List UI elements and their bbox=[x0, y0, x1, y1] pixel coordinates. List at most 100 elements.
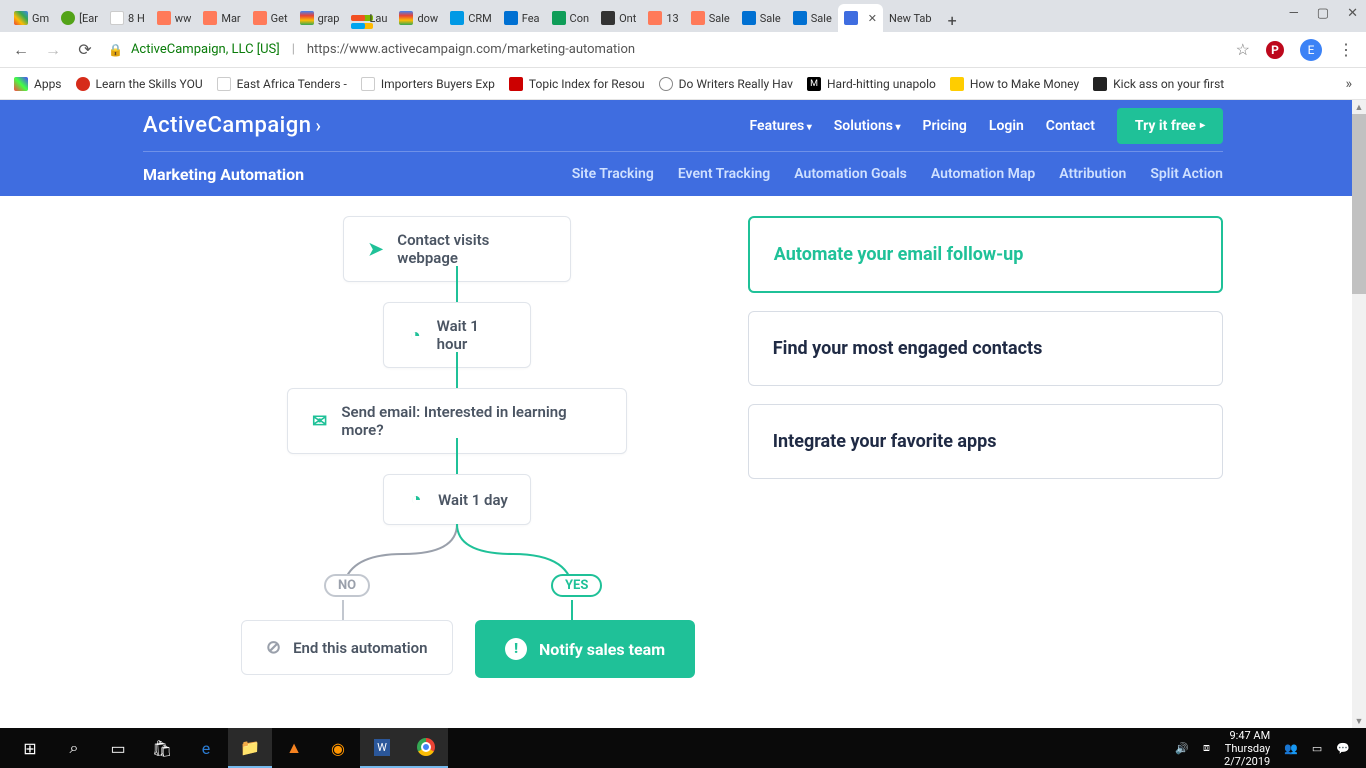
browser-tab[interactable]: Fea bbox=[498, 4, 546, 32]
close-window-icon[interactable]: ✕ bbox=[1347, 6, 1358, 21]
browser-tab[interactable]: Mar bbox=[197, 4, 246, 32]
cursor-icon: ➤ bbox=[366, 239, 385, 260]
search-button[interactable]: ⌕ bbox=[52, 728, 96, 768]
site-header: ActiveCampaign› Features Solutions Prici… bbox=[0, 100, 1366, 196]
url-org: ActiveCampaign, LLC [US] bbox=[131, 42, 280, 57]
task-view-button[interactable]: ▭ bbox=[96, 728, 140, 768]
browser-tab[interactable]: [Ear bbox=[55, 4, 104, 32]
automation-flow: ➤ Contact visits webpage ◔ Wait 1 hour ✉… bbox=[143, 216, 748, 660]
branch-no: NO bbox=[324, 574, 370, 597]
taskbar-explorer[interactable]: 📁 bbox=[228, 728, 272, 768]
option-card-integrate[interactable]: Integrate your favorite apps bbox=[748, 404, 1223, 479]
reload-button[interactable]: ⟳ bbox=[76, 41, 94, 59]
option-card-automate[interactable]: Automate your email follow-up bbox=[748, 216, 1223, 293]
bookmark-item[interactable]: Learn the Skills YOU bbox=[76, 77, 203, 91]
star-icon[interactable]: ☆ bbox=[1236, 40, 1250, 59]
browser-tabs-bar: Gm [Ear 8 H ww Mar Get grap Lau dow CRM … bbox=[0, 0, 1366, 32]
maximize-icon[interactable]: ▢ bbox=[1317, 6, 1329, 21]
browser-tab[interactable]: Sale bbox=[736, 4, 787, 32]
minimize-icon[interactable]: — bbox=[1289, 6, 1299, 21]
browser-tab[interactable]: Sale bbox=[787, 4, 838, 32]
browser-tab[interactable]: Con bbox=[546, 4, 596, 32]
subnav-link[interactable]: Automation Map bbox=[931, 166, 1035, 182]
scrollbar[interactable]: ▲ ▼ bbox=[1352, 100, 1366, 728]
flow-notify: ! Notify sales team bbox=[475, 620, 695, 678]
browser-tab[interactable]: Get bbox=[247, 4, 294, 32]
pinterest-icon[interactable]: P bbox=[1266, 41, 1284, 59]
menu-icon[interactable]: ⋮ bbox=[1338, 40, 1354, 59]
bookmark-item[interactable]: Importers Buyers Exp bbox=[361, 77, 495, 91]
tray-people-icon[interactable]: 👥 bbox=[1284, 742, 1298, 755]
nav-contact[interactable]: Contact bbox=[1046, 118, 1095, 134]
flow-end: ⊘ End this automation bbox=[241, 620, 453, 675]
browser-tab[interactable]: New Tab bbox=[883, 4, 938, 32]
nav-login[interactable]: Login bbox=[989, 118, 1024, 134]
subnav-link[interactable]: Event Tracking bbox=[678, 166, 770, 182]
flow-step-wait-day: ◔ Wait 1 day bbox=[383, 474, 531, 525]
taskbar-chrome[interactable] bbox=[404, 728, 448, 768]
address-bar: ← → ⟳ 🔒 ActiveCampaign, LLC [US] | https… bbox=[0, 32, 1366, 68]
browser-tab[interactable]: 8 H bbox=[104, 4, 151, 32]
nav-solutions[interactable]: Solutions bbox=[834, 118, 901, 134]
subnav-link[interactable]: Split Action bbox=[1150, 166, 1223, 182]
close-icon[interactable]: ✕ bbox=[868, 12, 877, 25]
back-button[interactable]: ← bbox=[12, 41, 30, 59]
url-text: https://www.activecampaign.com/marketing… bbox=[307, 42, 635, 57]
browser-tab[interactable]: ww bbox=[151, 4, 198, 32]
bookmark-item[interactable]: Do Writers Really Hav bbox=[659, 77, 793, 91]
page-title: Marketing Automation bbox=[143, 165, 304, 184]
browser-tab[interactable]: Gm bbox=[8, 4, 55, 32]
browser-tab[interactable]: Lau bbox=[345, 4, 393, 32]
nav-features[interactable]: Features bbox=[749, 118, 811, 134]
forward-button[interactable]: → bbox=[44, 41, 62, 59]
browser-tab[interactable]: grap bbox=[294, 4, 346, 32]
bookmark-item[interactable]: East Africa Tenders - bbox=[217, 77, 347, 91]
subnav-link[interactable]: Automation Goals bbox=[794, 166, 907, 182]
timer-icon: ◔ bbox=[406, 489, 426, 510]
bookmarks-bar: Apps Learn the Skills YOU East Africa Te… bbox=[0, 68, 1366, 100]
start-button[interactable]: ⊞ bbox=[8, 728, 52, 768]
tray-volume-icon[interactable]: 🔊 bbox=[1175, 742, 1189, 755]
browser-tab[interactable]: Sale bbox=[685, 4, 736, 32]
alert-icon: ! bbox=[505, 638, 527, 660]
taskbar-vlc[interactable]: ▲ bbox=[272, 728, 316, 768]
tray-notifications-icon[interactable]: 💬 bbox=[1336, 742, 1350, 755]
try-free-button[interactable]: Try it free▸ bbox=[1117, 108, 1223, 144]
tray-dropbox-icon[interactable]: ⧈ bbox=[1203, 741, 1210, 755]
main-content: ➤ Contact visits webpage ◔ Wait 1 hour ✉… bbox=[143, 196, 1223, 680]
subnav-link[interactable]: Attribution bbox=[1059, 166, 1126, 182]
logo[interactable]: ActiveCampaign› bbox=[143, 113, 321, 138]
profile-avatar[interactable]: E bbox=[1300, 39, 1322, 61]
bookmark-item[interactable]: MHard-hitting unapolo bbox=[807, 77, 936, 91]
browser-tab[interactable]: dow bbox=[393, 4, 444, 32]
nav-pricing[interactable]: Pricing bbox=[922, 118, 966, 134]
url-input[interactable]: 🔒 ActiveCampaign, LLC [US] | https://www… bbox=[108, 42, 1222, 57]
scroll-up[interactable]: ▲ bbox=[1352, 100, 1366, 114]
mail-icon: ✉ bbox=[310, 411, 329, 432]
scroll-thumb[interactable] bbox=[1352, 114, 1366, 294]
browser-tab[interactable]: Ont bbox=[595, 4, 642, 32]
bookmark-item[interactable]: How to Make Money bbox=[950, 77, 1079, 91]
option-card-contacts[interactable]: Find your most engaged contacts bbox=[748, 311, 1223, 386]
scroll-down[interactable]: ▼ bbox=[1352, 714, 1366, 728]
lock-icon: 🔒 bbox=[108, 43, 123, 57]
stop-icon: ⊘ bbox=[266, 637, 281, 658]
browser-tab[interactable]: CRM bbox=[444, 4, 498, 32]
browser-tab-active[interactable]: ✕ bbox=[838, 4, 883, 32]
subnav-link[interactable]: Site Tracking bbox=[572, 166, 654, 182]
tray-battery-icon[interactable]: ▭ bbox=[1312, 742, 1322, 755]
browser-tab[interactable]: 13 bbox=[642, 4, 684, 32]
taskbar-edge[interactable]: e bbox=[184, 728, 228, 768]
timer-icon: ◔ bbox=[406, 325, 425, 346]
bookmark-item[interactable]: Kick ass on your first bbox=[1093, 77, 1224, 91]
apps-button[interactable]: Apps bbox=[14, 77, 62, 91]
branch-yes: YES bbox=[551, 574, 602, 597]
taskbar: ⊞ ⌕ ▭ 🛍 e 📁 ▲ ◉ W 🔊 ⧈ 9:47 AM Thursday 2… bbox=[0, 728, 1366, 768]
taskbar-firefox[interactable]: ◉ bbox=[316, 728, 360, 768]
bookmarks-overflow[interactable]: » bbox=[1345, 76, 1352, 92]
taskbar-word[interactable]: W bbox=[360, 728, 404, 768]
taskbar-store[interactable]: 🛍 bbox=[140, 728, 184, 768]
system-clock[interactable]: 9:47 AM Thursday 2/7/2019 bbox=[1224, 729, 1270, 768]
new-tab-button[interactable]: + bbox=[942, 9, 963, 32]
bookmark-item[interactable]: Topic Index for Resou bbox=[509, 77, 645, 91]
